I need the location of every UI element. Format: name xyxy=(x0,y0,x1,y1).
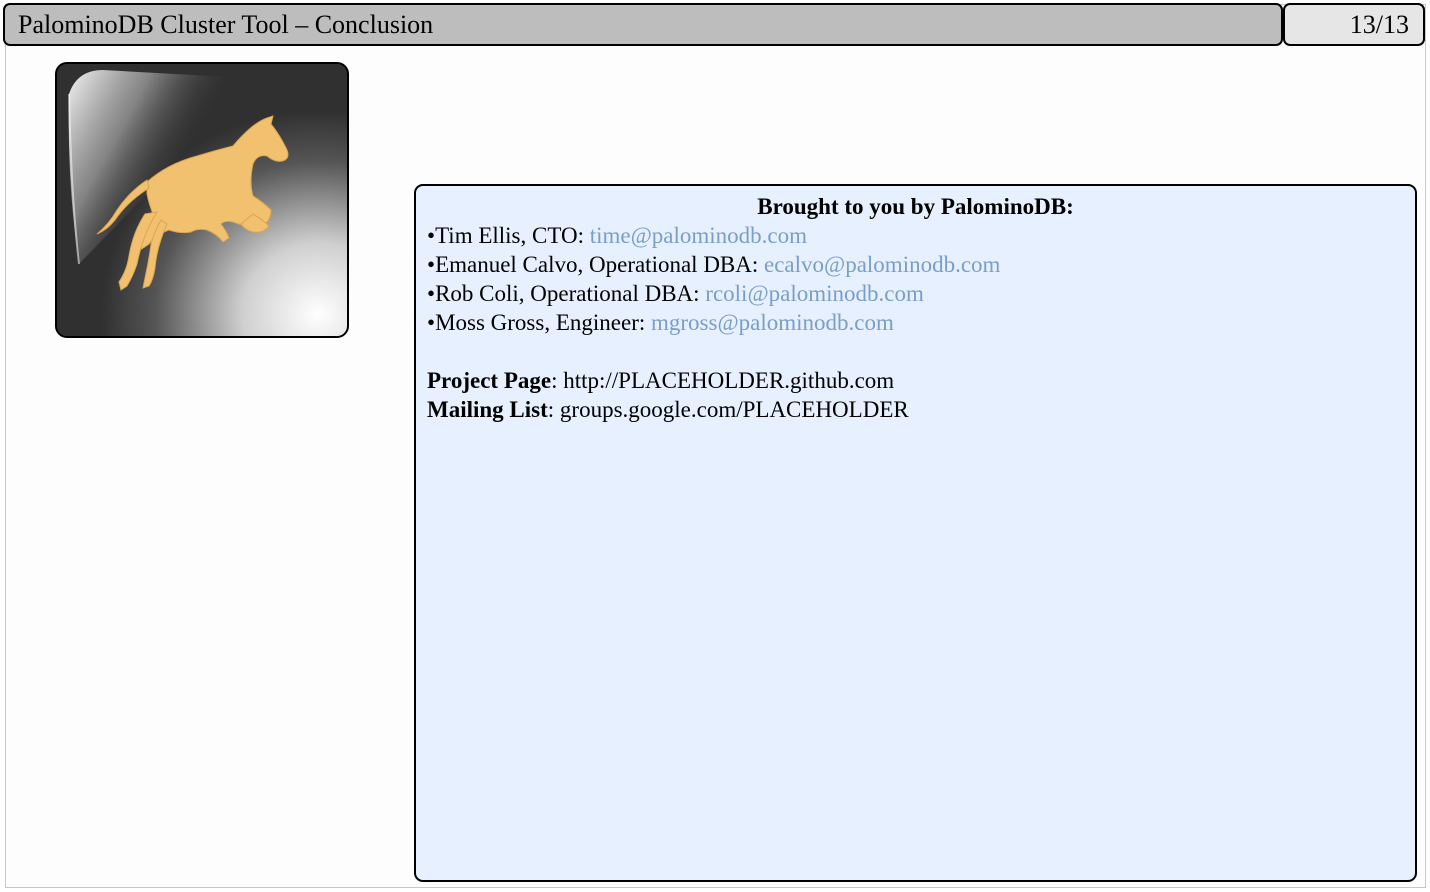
email-link[interactable]: time@palominodb.com xyxy=(590,223,807,248)
email-link[interactable]: ecalvo@palominodb.com xyxy=(764,252,1000,277)
palominodb-logo xyxy=(55,62,349,338)
slide-title: PalominoDB Cluster Tool – Conclusion xyxy=(3,3,1283,46)
email-link[interactable]: rcoli@palominodb.com xyxy=(705,281,924,306)
horse-logo-icon xyxy=(57,64,347,336)
person-line: •Emanuel Calvo, Operational DBA: ecalvo@… xyxy=(427,250,1404,279)
mailing-list-url[interactable]: : groups.google.com/PLACEHOLDER xyxy=(548,397,909,422)
person-text: Moss Gross, Engineer: xyxy=(435,310,651,335)
person-line: •Rob Coli, Operational DBA: rcoli@palomi… xyxy=(427,279,1404,308)
person-text: Rob Coli, Operational DBA: xyxy=(435,281,706,306)
contact-box: Brought to you by PalominoDB: •Tim Ellis… xyxy=(414,184,1417,882)
project-page-label: Project Page xyxy=(427,368,552,393)
mailing-list-label: Mailing List xyxy=(427,397,548,422)
project-page-line: Project Page: http://PLACEHOLDER.github.… xyxy=(427,366,1404,395)
bullet: • xyxy=(427,252,436,277)
person-line: •Moss Gross, Engineer: mgross@palominodb… xyxy=(427,308,1404,337)
person-text: Tim Ellis, CTO: xyxy=(435,223,590,248)
person-line: •Tim Ellis, CTO: time@palominodb.com xyxy=(427,221,1404,250)
mailing-list-line: Mailing List: groups.google.com/PLACEHOL… xyxy=(427,395,1404,424)
bullet: • xyxy=(427,223,436,248)
person-text: Emanuel Calvo, Operational DBA: xyxy=(435,252,765,277)
contact-heading: Brought to you by PalominoDB: xyxy=(757,194,1074,219)
bullet: • xyxy=(427,310,436,335)
project-page-url[interactable]: : http://PLACEHOLDER.github.com xyxy=(551,368,894,393)
email-link[interactable]: mgross@palominodb.com xyxy=(651,310,894,335)
bullet: • xyxy=(427,281,436,306)
page-number: 13/13 xyxy=(1283,3,1425,46)
